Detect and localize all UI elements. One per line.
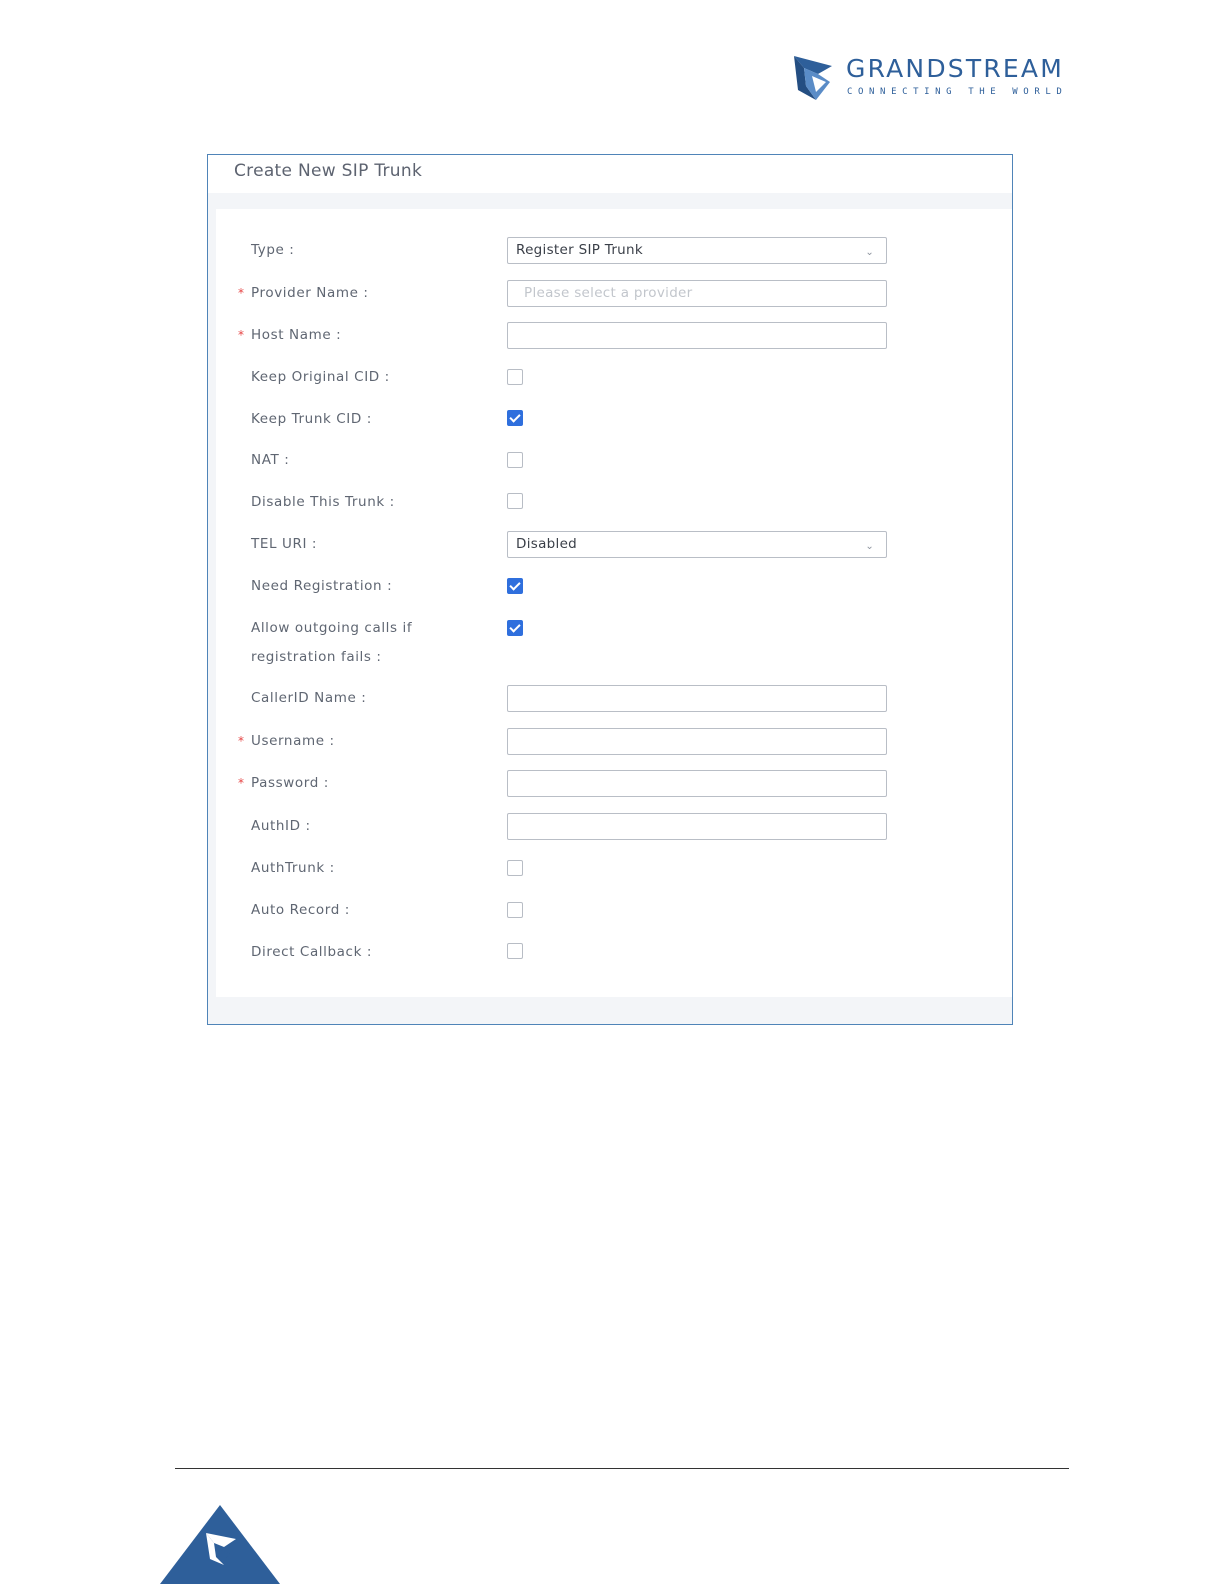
- password-input[interactable]: [507, 770, 887, 797]
- host-name-input[interactable]: [507, 322, 887, 349]
- chevron-down-icon: ⌄: [865, 541, 874, 552]
- direct-callback-label: Direct Callback :: [251, 944, 373, 960]
- type-label: Type :: [251, 242, 295, 258]
- create-sip-trunk-dialog: Create New SIP Trunk Type : Register SIP…: [207, 154, 1013, 1025]
- sip-trunk-form: Type : Register SIP Trunk ⌄ * Provider N…: [216, 209, 1012, 997]
- authtrunk-label: AuthTrunk :: [251, 860, 335, 876]
- allow-outgoing-calls-label-line1: Allow outgoing calls if: [251, 620, 413, 636]
- dialog-title: Create New SIP Trunk: [234, 161, 423, 181]
- auto-record-label: Auto Record :: [251, 902, 350, 918]
- need-registration-checkbox[interactable]: [507, 578, 523, 594]
- callerid-name-label: CallerID Name :: [251, 690, 367, 706]
- nat-checkbox[interactable]: [507, 452, 523, 468]
- brand-logo: GRANDSTREAM CONNECTING THE WORLD: [792, 52, 1118, 104]
- auto-record-checkbox[interactable]: [507, 902, 523, 918]
- direct-callback-checkbox[interactable]: [507, 943, 523, 959]
- need-registration-label: Need Registration :: [251, 578, 393, 594]
- brand-name: GRANDSTREAM: [846, 54, 1064, 83]
- grandstream-corner-logo-icon: [160, 1505, 280, 1584]
- brand-tagline: CONNECTING THE WORLD: [847, 87, 1068, 97]
- required-marker: *: [238, 328, 244, 342]
- provider-name-input[interactable]: Please select a provider: [507, 280, 887, 307]
- tel-uri-label: TEL URI :: [251, 536, 318, 552]
- allow-outgoing-calls-checkbox[interactable]: [507, 620, 523, 636]
- required-marker: *: [238, 286, 244, 300]
- dialog-header: Create New SIP Trunk: [208, 155, 1012, 193]
- authtrunk-checkbox[interactable]: [507, 860, 523, 876]
- required-marker: *: [238, 734, 244, 748]
- callerid-name-input[interactable]: [507, 685, 887, 712]
- disable-this-trunk-label: Disable This Trunk :: [251, 494, 395, 510]
- authid-label: AuthID :: [251, 818, 311, 834]
- allow-outgoing-calls-label-line2: registration fails :: [251, 649, 382, 665]
- tel-uri-select-value: Disabled: [516, 536, 578, 552]
- username-label: Username :: [251, 733, 335, 749]
- provider-name-label: Provider Name :: [251, 285, 369, 301]
- chevron-down-icon: ⌄: [865, 247, 874, 258]
- footer-divider: [175, 1468, 1069, 1469]
- tel-uri-select[interactable]: Disabled ⌄: [507, 531, 887, 558]
- type-select-value: Register SIP Trunk: [516, 242, 643, 258]
- type-select[interactable]: Register SIP Trunk ⌄: [507, 237, 887, 264]
- grandstream-logo-icon: [794, 56, 832, 100]
- username-input[interactable]: [507, 728, 887, 755]
- nat-label: NAT :: [251, 452, 290, 468]
- host-name-label: Host Name :: [251, 327, 342, 343]
- keep-trunk-cid-label: Keep Trunk CID :: [251, 411, 372, 427]
- keep-original-cid-label: Keep Original CID :: [251, 369, 390, 385]
- keep-original-cid-checkbox[interactable]: [507, 369, 523, 385]
- disable-this-trunk-checkbox[interactable]: [507, 493, 523, 509]
- keep-trunk-cid-checkbox[interactable]: [507, 410, 523, 426]
- password-label: Password :: [251, 775, 329, 791]
- authid-input[interactable]: [507, 813, 887, 840]
- required-marker: *: [238, 776, 244, 790]
